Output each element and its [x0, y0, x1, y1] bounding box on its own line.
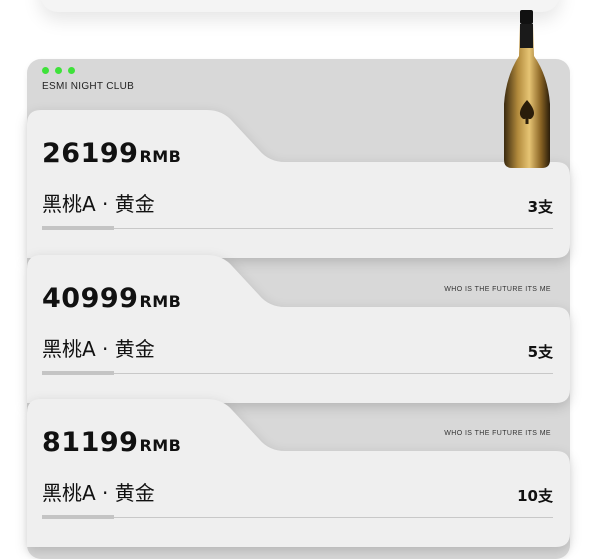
product-name: 黑桃A · 黄金: [42, 481, 155, 505]
ticket-background: [27, 255, 570, 403]
quantity: 5支: [527, 343, 553, 361]
price: 81199RMB: [42, 427, 182, 458]
divider: [42, 228, 553, 229]
slogan: WHO IS THE FUTURE ITS ME: [444, 430, 551, 437]
divider: [42, 373, 553, 374]
previous-card: [40, 0, 560, 12]
club-name: ESMI NIGHT CLUB: [42, 81, 135, 92]
quantity: 3支: [527, 198, 553, 216]
dot: [42, 67, 49, 74]
window-dots: [42, 67, 75, 74]
progress-bar: [42, 226, 114, 230]
ticket-background: [27, 399, 570, 547]
dot: [55, 67, 62, 74]
ticket-card[interactable]: 40999RMB WHO IS THE FUTURE ITS ME 黑桃A · …: [27, 255, 570, 403]
ticket-background: [27, 110, 570, 258]
champagne-bottle-image: [504, 10, 550, 168]
progress-bar: [42, 371, 114, 375]
ticket-card[interactable]: 81199RMB WHO IS THE FUTURE ITS ME 黑桃A · …: [27, 399, 570, 547]
progress-bar: [42, 515, 114, 519]
dot: [68, 67, 75, 74]
product-name: 黑桃A · 黄金: [42, 192, 155, 216]
divider: [42, 517, 553, 518]
product-name: 黑桃A · 黄金: [42, 337, 155, 361]
ticket-card[interactable]: 26199RMB 黑桃A · 黄金 3支: [27, 110, 570, 258]
price: 26199RMB: [42, 138, 182, 169]
slogan: WHO IS THE FUTURE ITS ME: [444, 286, 551, 293]
quantity: 10支: [517, 487, 553, 505]
price: 40999RMB: [42, 283, 182, 314]
